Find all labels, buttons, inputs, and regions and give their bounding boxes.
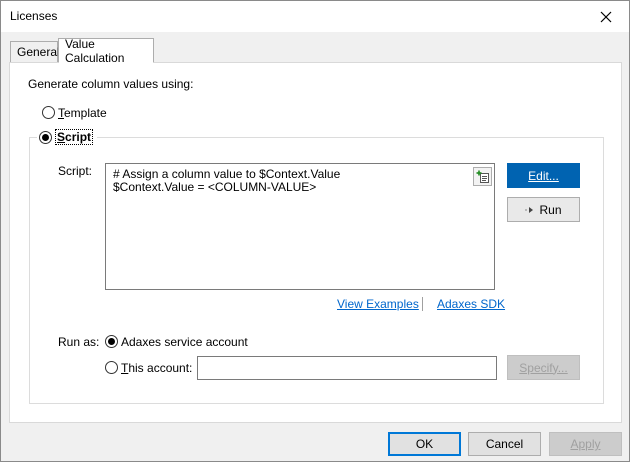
this-account-radio[interactable] — [105, 361, 118, 374]
ok-button[interactable]: OK — [388, 432, 461, 456]
edit-button[interactable]: Edit... — [507, 163, 580, 188]
view-examples-link[interactable]: View Examples — [337, 297, 419, 311]
insert-value-button[interactable] — [473, 167, 492, 186]
script-radio[interactable] — [39, 130, 52, 144]
window-title: Licenses — [10, 9, 58, 23]
run-button[interactable]: Run — [507, 197, 580, 222]
edit-button-label: Edit... — [528, 168, 559, 183]
licenses-dialog: Licenses General Value Calculation Gener… — [0, 0, 630, 462]
script-editor[interactable]: # Assign a column value to $Context.Valu… — [105, 163, 495, 290]
tab-general[interactable]: General — [10, 41, 60, 62]
run-as-label: Run as: — [58, 335, 100, 349]
ok-button-label: OK — [415, 437, 434, 451]
apply-button-label: Apply — [570, 437, 601, 451]
close-icon — [600, 11, 612, 22]
script-line: $Context.Value = <COLUMN-VALUE> — [113, 180, 317, 194]
template-radio[interactable] — [42, 106, 55, 119]
this-account-label[interactable]: This account: — [121, 361, 192, 375]
run-button-label: Run — [539, 202, 562, 217]
close-button[interactable] — [583, 1, 629, 32]
template-radio-label[interactable]: Template — [58, 106, 107, 120]
script-group-legend: Script — [37, 128, 98, 146]
account-field[interactable] — [197, 356, 497, 380]
adaxes-sdk-link[interactable]: Adaxes SDK — [437, 297, 505, 311]
title-bar: Licenses — [1, 1, 629, 32]
cancel-button[interactable]: Cancel — [468, 432, 541, 456]
tab-general-label: General — [17, 45, 60, 59]
tab-value-calculation-label: Value Calculation — [65, 36, 125, 65]
link-separator — [422, 297, 423, 311]
tab-value-calculation[interactable]: Value Calculation — [58, 36, 154, 65]
service-account-label[interactable]: Adaxes service account — [121, 335, 248, 349]
script-label: Script: — [58, 164, 93, 178]
cancel-button-label: Cancel — [485, 437, 524, 451]
apply-button[interactable]: Apply — [549, 432, 622, 456]
specify-button[interactable]: Specify... — [507, 355, 580, 380]
insert-text-icon — [476, 170, 489, 183]
script-radio-label[interactable]: Script — [55, 129, 94, 145]
service-account-radio[interactable] — [105, 335, 118, 348]
run-icon — [525, 206, 534, 213]
specify-button-label: Specify... — [519, 360, 568, 375]
generate-heading: Generate column values using: — [28, 77, 194, 91]
